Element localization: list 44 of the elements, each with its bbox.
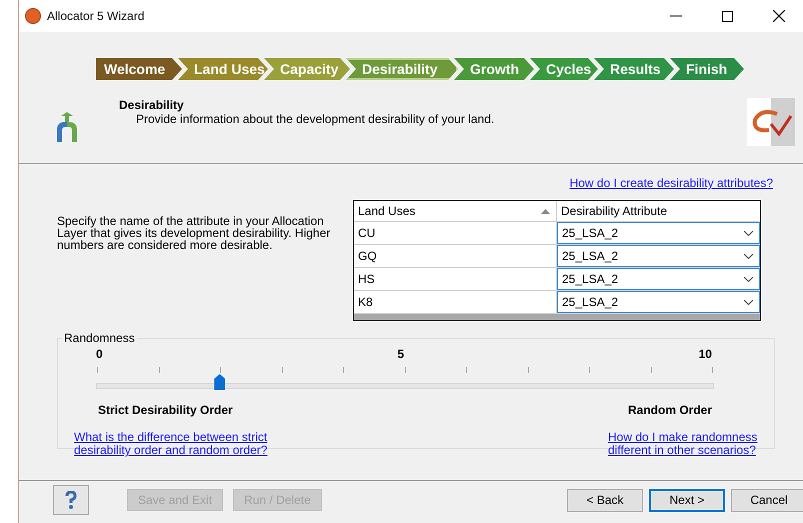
sort-up-icon bbox=[541, 208, 550, 214]
question-mark-icon bbox=[64, 491, 78, 509]
scale-label: 0 bbox=[96, 347, 103, 361]
attribute-dropdown[interactable]: 25_LSA_2 bbox=[557, 245, 760, 267]
table-cell: K8 bbox=[354, 291, 557, 313]
help-button[interactable] bbox=[53, 485, 89, 515]
page-heading: Desirability bbox=[119, 98, 185, 112]
instructions-text: Specify the name of the attribute in your Allocation Layer that gives its development desirability. Higher numbers are considered more desirable. bbox=[57, 215, 332, 254]
scale-end-label: Random Order bbox=[628, 403, 712, 417]
nav-button[interactable]: < Back bbox=[567, 488, 643, 512]
group-label: Randomness bbox=[63, 331, 136, 345]
wizard-step-tab[interactable]: Growth bbox=[454, 58, 534, 80]
caret-icon bbox=[744, 254, 753, 258]
scale-label: 10 bbox=[698, 347, 712, 361]
attribute-dropdown[interactable]: 25_LSA_2 bbox=[557, 222, 760, 244]
help-link[interactable]: How do I make randomness different in other scenarios? bbox=[608, 431, 758, 457]
page-description: Provide information about the development desirability of your land. bbox=[136, 112, 496, 126]
wizard-step-tab[interactable]: Cycles bbox=[530, 58, 598, 80]
column-header[interactable]: Land Uses bbox=[358, 204, 416, 218]
attribute-dropdown[interactable]: 25_LSA_2 bbox=[557, 268, 760, 290]
nav-button[interactable]: Cancel bbox=[731, 488, 803, 512]
wizard-step-tab[interactable]: Finish bbox=[670, 58, 744, 80]
wizard-step-tab[interactable]: Results bbox=[594, 58, 674, 80]
caret-icon bbox=[744, 230, 753, 236]
window-title: Allocator 5 Wizard bbox=[47, 9, 144, 23]
randomness-slider[interactable] bbox=[96, 367, 714, 389]
scale-label: 5 bbox=[397, 347, 404, 361]
wizard-step-tab[interactable]: Welcome bbox=[96, 58, 182, 80]
close-icon[interactable] bbox=[773, 10, 785, 22]
scale-end-label: Strict Desirability Order bbox=[98, 403, 233, 417]
table-cell: CU bbox=[354, 222, 557, 244]
caret-icon bbox=[744, 300, 753, 304]
column-header[interactable]: Desirability Attribute bbox=[557, 201, 760, 221]
table-cell: GQ bbox=[354, 245, 557, 267]
help-link[interactable]: What is the difference between strict desirability order and random order? bbox=[74, 431, 274, 457]
help-link[interactable]: How do I create desirability attributes? bbox=[570, 176, 773, 190]
caret-icon bbox=[744, 276, 753, 282]
nav-button[interactable]: Next > bbox=[649, 488, 725, 512]
maximize-icon[interactable] bbox=[722, 10, 733, 22]
cv-logo-icon bbox=[747, 98, 795, 146]
app-logo-icon bbox=[25, 8, 41, 24]
attribute-dropdown[interactable]: 25_LSA_2 bbox=[557, 291, 760, 313]
slider-thumb[interactable] bbox=[214, 374, 226, 390]
table-cell: HS bbox=[354, 268, 557, 290]
